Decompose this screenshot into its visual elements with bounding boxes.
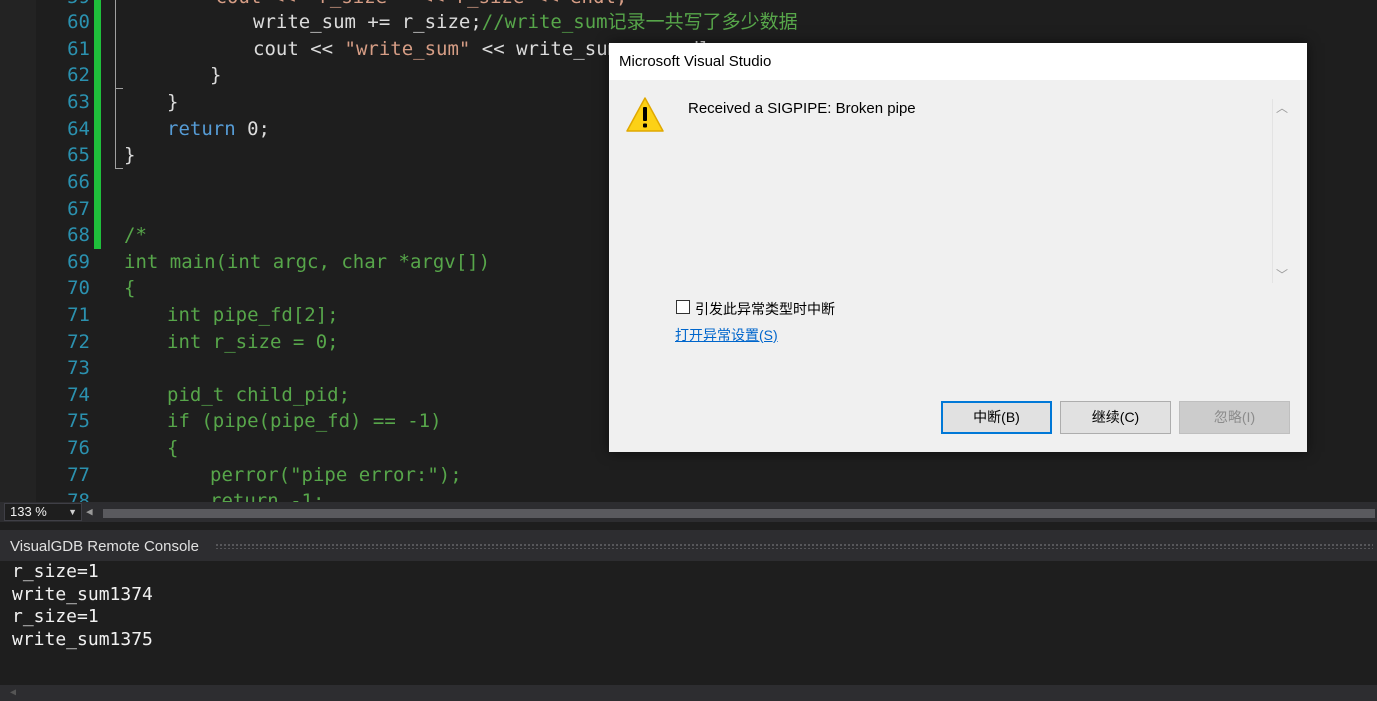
code-text: 0; xyxy=(235,118,270,140)
code-text: } xyxy=(124,144,136,166)
line-number: 76 xyxy=(67,437,90,459)
code-text: cout << "r_size=" << r_size << endl; xyxy=(124,0,628,8)
dialog-title: Microsoft Visual Studio xyxy=(619,53,772,70)
code-line[interactable]: int pipe_fd[2]; xyxy=(167,302,339,329)
break-on-exception-label[interactable]: 引发此异常类型时中断 xyxy=(695,299,835,319)
line-number: 71 xyxy=(67,304,90,326)
editor-bottom-bar: 133 % ▼ ◀ xyxy=(0,502,1377,522)
code-line[interactable]: { xyxy=(167,435,178,462)
console-line: r_size=1 xyxy=(12,606,99,627)
fold-guide-end xyxy=(115,88,123,89)
code-comment: if (pipe(pipe_fd) == -1) xyxy=(167,410,442,432)
code-comment: perror("pipe error:"); xyxy=(210,464,462,486)
console-panel-header: VisualGDB Remote Console xyxy=(0,530,1377,561)
console-line: r_size=1 xyxy=(12,561,99,582)
code-comment: return -1; xyxy=(210,490,325,502)
code-line[interactable]: } xyxy=(167,89,178,116)
open-exception-settings-link[interactable]: 打开异常设置(S) xyxy=(675,325,778,345)
line-number: 78 xyxy=(67,490,90,502)
line-number: 62 xyxy=(67,64,90,86)
code-line[interactable]: int r_size = 0; xyxy=(167,329,339,356)
console-output[interactable]: r_size=1 write_sum1374 r_size=1 write_su… xyxy=(0,561,1377,685)
code-keyword: return xyxy=(167,118,236,140)
code-line[interactable]: } xyxy=(210,62,221,89)
break-on-exception-checkbox[interactable] xyxy=(676,300,690,314)
line-number: 63 xyxy=(67,91,90,113)
scroll-left-arrow-icon[interactable]: ◀ xyxy=(86,505,93,518)
line-number: 66 xyxy=(67,171,90,193)
console-horizontal-scrollbar[interactable]: ◀ xyxy=(0,685,1377,701)
chevron-up-icon[interactable]: ︿ xyxy=(1276,99,1288,116)
code-comment: { xyxy=(167,437,179,459)
line-number: 73 xyxy=(67,357,90,379)
zoom-level-dropdown[interactable]: 133 % ▼ xyxy=(4,503,82,521)
exception-dialog: Microsoft Visual Studio Received a SIGPI… xyxy=(609,43,1307,452)
code-text: cout << xyxy=(253,38,345,60)
code-comment: int pipe_fd[2]; xyxy=(167,304,339,326)
fold-guide xyxy=(115,0,116,88)
zoom-level-value: 133 % xyxy=(10,504,47,519)
code-text: write_sum += r_size; xyxy=(253,11,482,33)
continue-button[interactable]: 继续(C) xyxy=(1060,401,1171,434)
fold-guide-end xyxy=(115,168,123,169)
line-number: 74 xyxy=(67,384,90,406)
indicator-margin xyxy=(0,0,36,502)
code-comment: /* xyxy=(124,224,147,246)
code-comment: //write_sum记录一共写了多少数据 xyxy=(481,11,798,33)
code-comment: int main(int argc, char *argv[]) xyxy=(124,251,491,273)
code-line[interactable]: write_sum += r_size;//write_sum记录一共写了多少数… xyxy=(253,9,798,36)
code-text: } xyxy=(210,64,222,86)
code-line[interactable]: return -1; xyxy=(210,488,324,502)
message-scrollbar[interactable]: ︿ ﹀ xyxy=(1272,99,1289,283)
code-comment: { xyxy=(124,277,136,299)
fold-guide xyxy=(115,88,116,168)
code-line[interactable]: } xyxy=(124,142,135,169)
code-line[interactable]: return 0; xyxy=(167,116,270,143)
console-title: VisualGDB Remote Console xyxy=(10,538,199,555)
line-number: 67 xyxy=(67,198,90,220)
warning-icon xyxy=(626,97,664,132)
chevron-down-icon: ▼ xyxy=(68,507,77,517)
line-number: 68 xyxy=(67,224,90,246)
horizontal-scrollbar-thumb[interactable] xyxy=(103,509,1375,518)
scroll-left-arrow-icon[interactable]: ◀ xyxy=(10,687,16,698)
line-number: 75 xyxy=(67,410,90,432)
console-line: write_sum1375 xyxy=(12,629,153,650)
break-button[interactable]: 中断(B) xyxy=(941,401,1052,434)
exception-message: Received a SIGPIPE: Broken pipe xyxy=(688,100,916,117)
line-number: 77 xyxy=(67,464,90,486)
chevron-down-icon[interactable]: ﹀ xyxy=(1276,266,1288,283)
code-line[interactable]: { xyxy=(124,275,135,302)
code-text: } xyxy=(167,91,179,113)
panel-drag-grip[interactable] xyxy=(215,543,1373,549)
line-number-gutter: 59 60 61 62 63 64 65 66 67 68 69 70 71 7… xyxy=(36,0,94,502)
line-number: 70 xyxy=(67,277,90,299)
change-indicator-bar xyxy=(94,0,101,249)
line-number: 61 xyxy=(67,38,90,60)
code-line[interactable]: int main(int argc, char *argv[]) xyxy=(124,249,490,276)
line-number: 65 xyxy=(67,144,90,166)
ignore-button[interactable]: 忽略(I) xyxy=(1179,401,1290,434)
code-string: "write_sum" xyxy=(344,38,471,60)
line-number: 72 xyxy=(67,331,90,353)
dialog-titlebar[interactable]: Microsoft Visual Studio xyxy=(609,43,1307,80)
line-number: 69 xyxy=(67,251,90,273)
code-line[interactable]: pid_t child_pid; xyxy=(167,382,350,409)
line-number: 60 xyxy=(67,11,90,33)
console-line: write_sum1374 xyxy=(12,584,153,605)
code-line[interactable]: perror("pipe error:"); xyxy=(210,462,462,489)
code-comment: pid_t child_pid; xyxy=(167,384,351,406)
code-line[interactable]: /* xyxy=(124,222,147,249)
code-comment: int r_size = 0; xyxy=(167,331,339,353)
line-number: 64 xyxy=(67,118,90,140)
code-line[interactable]: if (pipe(pipe_fd) == -1) xyxy=(167,408,442,435)
